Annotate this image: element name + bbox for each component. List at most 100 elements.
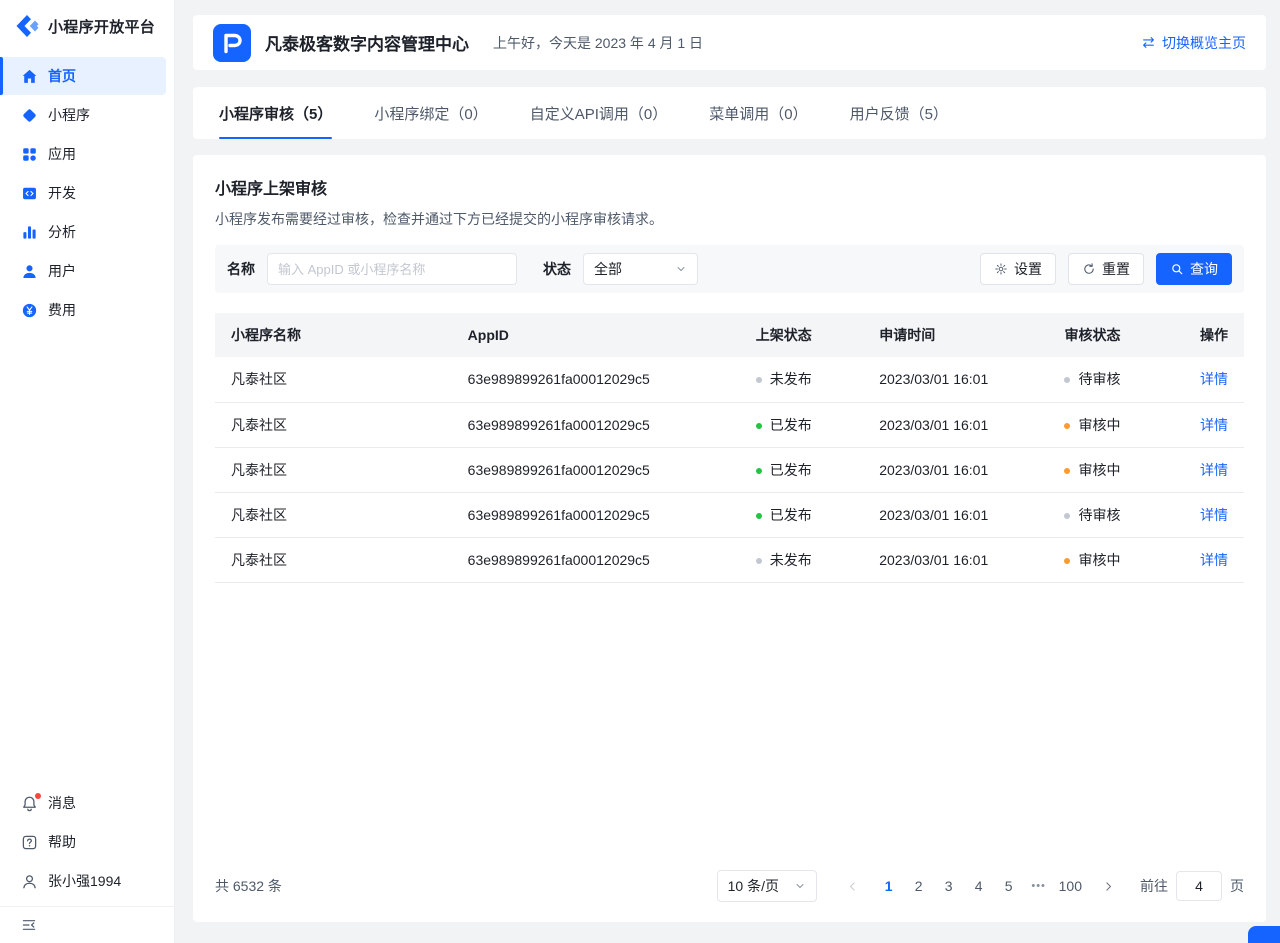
cell-miniapp-name: 凡泰社区 <box>215 402 452 447</box>
page-ellipsis[interactable]: ••• <box>1025 872 1053 900</box>
page-size-value: 10 条/页 <box>728 876 779 896</box>
sidebar-item-apps[interactable]: 应用 <box>0 135 166 173</box>
publish-status-dot <box>756 513 762 519</box>
cell-apply-time: 2023/03/01 16:01 <box>863 492 1048 537</box>
next-page-button[interactable] <box>1094 872 1122 900</box>
detail-link[interactable]: 详情 <box>1200 417 1228 433</box>
page-button-5[interactable]: 5 <box>995 872 1023 900</box>
tab-binding[interactable]: 小程序绑定（0） <box>374 87 487 139</box>
sidebar-item-analytics[interactable]: 分析 <box>0 213 166 251</box>
search-button[interactable]: 查询 <box>1156 253 1232 285</box>
filter-actions: 设置 重置 查询 <box>980 253 1232 285</box>
cell-appid: 63e989899261fa00012029c5 <box>452 402 740 447</box>
collapse-sidebar-button[interactable] <box>0 906 174 943</box>
sidebar-item-miniprogram[interactable]: 小程序 <box>0 96 166 134</box>
tab-custom-api[interactable]: 自定义API调用（0） <box>530 87 668 139</box>
cell-action: 详情 <box>1177 357 1244 402</box>
sidebar-item-develop[interactable]: 开发 <box>0 174 166 212</box>
chevron-right-icon <box>1102 880 1115 893</box>
sidebar-item-label: 分析 <box>48 222 76 242</box>
cell-publish-status: 未发布 <box>740 537 863 582</box>
cell-miniapp-name: 凡泰社区 <box>215 492 452 537</box>
publish-status-dot <box>756 423 762 429</box>
develop-icon <box>21 185 38 202</box>
sidebar-item-label: 费用 <box>48 300 76 320</box>
page-button-100[interactable]: 100 <box>1055 872 1086 900</box>
cell-apply-time: 2023/03/01 16:01 <box>863 357 1048 402</box>
cell-miniapp-name: 凡泰社区 <box>215 357 452 402</box>
column-header: 上架状态 <box>740 313 863 357</box>
panel-title: 小程序上架审核 <box>215 175 1244 199</box>
page-size-select[interactable]: 10 条/页 <box>717 870 817 902</box>
page-button-3[interactable]: 3 <box>935 872 963 900</box>
platform-logo: 小程序开放平台 <box>0 0 174 51</box>
reset-button[interactable]: 重置 <box>1068 253 1144 285</box>
main-content: 凡泰极客数字内容管理中心 上午好，今天是 2023 年 4 月 1 日 切换概览… <box>175 0 1280 943</box>
logo-mark-icon <box>14 13 40 39</box>
chevron-left-icon <box>846 880 859 893</box>
search-button-label: 查询 <box>1190 259 1218 279</box>
publish-status-dot <box>756 377 762 383</box>
goto-unit: 页 <box>1230 876 1244 896</box>
tab-label: 小程序绑定（0） <box>374 103 487 124</box>
tab-audit[interactable]: 小程序审核（5） <box>219 87 332 139</box>
sidebar-item-help[interactable]: 帮助 <box>0 823 166 861</box>
audit-status-dot <box>1064 558 1070 564</box>
name-filter-input[interactable] <box>267 253 517 285</box>
cell-action: 详情 <box>1177 492 1244 537</box>
sidebar-item-account[interactable]: 张小强1994 <box>0 862 166 900</box>
column-header: 小程序名称 <box>215 313 452 357</box>
reset-button-label: 重置 <box>1102 259 1130 279</box>
goto-label: 前往 <box>1140 876 1168 896</box>
page-button-1[interactable]: 1 <box>875 872 903 900</box>
detail-link[interactable]: 详情 <box>1200 462 1228 478</box>
table-row: 凡泰社区63e989899261fa00012029c5已发布2023/03/0… <box>215 492 1244 537</box>
tab-label: 菜单调用（0） <box>709 103 807 124</box>
tab-menu-call[interactable]: 菜单调用（0） <box>709 87 807 139</box>
workspace-header: 凡泰极客数字内容管理中心 上午好，今天是 2023 年 4 月 1 日 切换概览… <box>193 15 1266 70</box>
app-layout: 小程序开放平台 首页小程序应用开发分析用户费用 消息帮助张小强1994 凡泰极客… <box>0 0 1280 943</box>
cell-appid: 63e989899261fa00012029c5 <box>452 492 740 537</box>
switch-overview-label: 切换概览主页 <box>1162 33 1246 53</box>
sidebar-item-users[interactable]: 用户 <box>0 252 166 290</box>
publish-status-dot <box>756 558 762 564</box>
cell-action: 详情 <box>1177 447 1244 492</box>
cell-publish-status: 已发布 <box>740 492 863 537</box>
sidebar-item-label: 首页 <box>48 66 76 86</box>
bell-icon <box>21 795 38 812</box>
workspace-logo-icon <box>213 24 251 62</box>
page-button-4[interactable]: 4 <box>965 872 993 900</box>
cell-audit-status: 审核中 <box>1048 402 1177 447</box>
detail-link[interactable]: 详情 <box>1200 552 1228 568</box>
sidebar-item-billing[interactable]: 费用 <box>0 291 166 329</box>
tab-feedback[interactable]: 用户反馈（5） <box>850 87 948 139</box>
sidebar-item-home[interactable]: 首页 <box>0 57 166 95</box>
floating-widget-button[interactable] <box>1248 926 1280 943</box>
goto-page-input[interactable] <box>1176 871 1222 901</box>
sidebar-item-messages[interactable]: 消息 <box>0 784 166 822</box>
cell-audit-status: 待审核 <box>1048 492 1177 537</box>
prev-page-button[interactable] <box>839 872 867 900</box>
cell-audit-status: 审核中 <box>1048 447 1177 492</box>
workspace-title: 凡泰极客数字内容管理中心 <box>265 30 469 55</box>
goto-group: 前往 页 <box>1140 871 1244 901</box>
switch-overview-link[interactable]: 切换概览主页 <box>1141 33 1246 53</box>
sidebar-bottom-menu: 消息帮助张小强1994 <box>0 784 174 900</box>
detail-link[interactable]: 详情 <box>1200 371 1228 387</box>
name-filter-label: 名称 <box>227 259 255 279</box>
cell-appid: 63e989899261fa00012029c5 <box>452 537 740 582</box>
sidebar-item-label: 消息 <box>48 793 76 813</box>
status-filter-value: 全部 <box>594 259 622 279</box>
settings-button[interactable]: 设置 <box>980 253 1056 285</box>
detail-link[interactable]: 详情 <box>1200 507 1228 523</box>
platform-logo-text: 小程序开放平台 <box>48 16 155 37</box>
search-icon <box>1170 262 1184 276</box>
tab-label: 小程序审核（5） <box>219 103 332 124</box>
analytics-icon <box>21 224 38 241</box>
table-row: 凡泰社区63e989899261fa00012029c5未发布2023/03/0… <box>215 537 1244 582</box>
page-button-2[interactable]: 2 <box>905 872 933 900</box>
gear-icon <box>994 262 1008 276</box>
cell-apply-time: 2023/03/01 16:01 <box>863 402 1048 447</box>
audit-table: 小程序名称AppID上架状态申请时间审核状态操作 凡泰社区63e98989926… <box>215 313 1244 583</box>
status-filter-select[interactable]: 全部 <box>583 253 698 285</box>
